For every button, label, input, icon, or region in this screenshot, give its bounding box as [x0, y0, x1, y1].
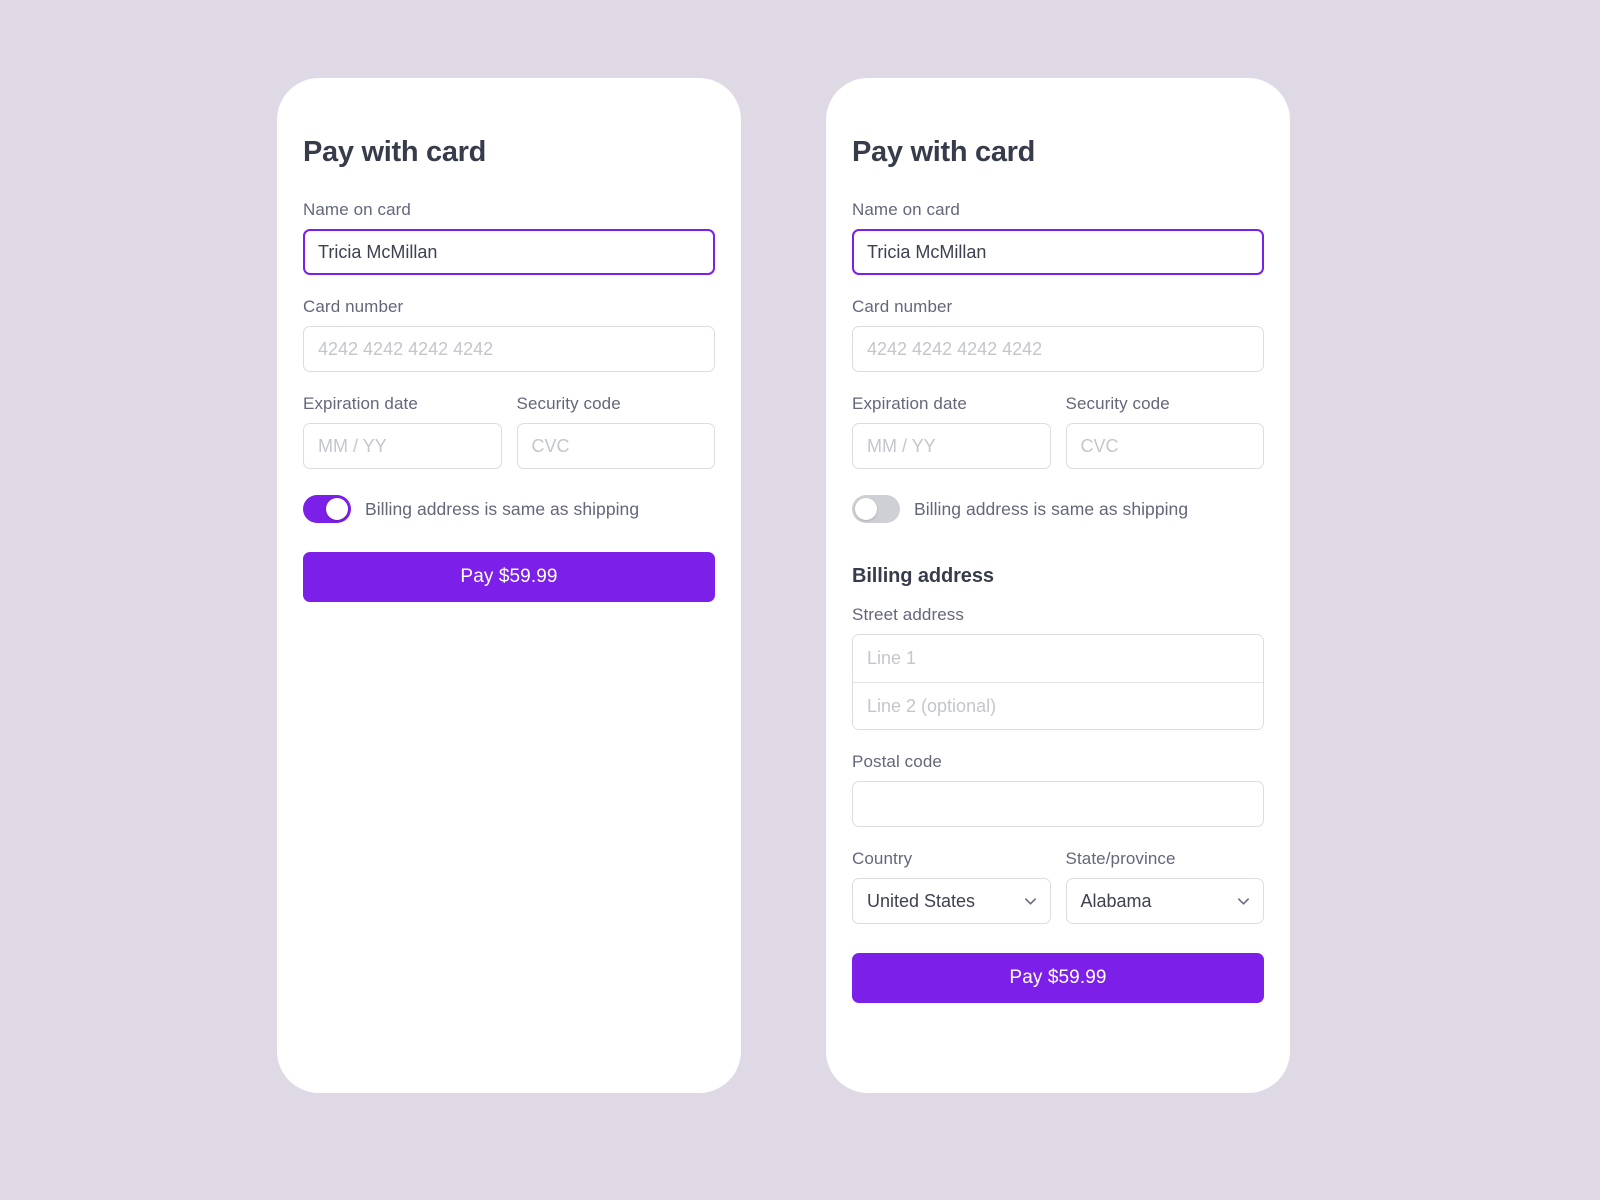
canvas: Pay with card Name on card Card number E… — [0, 0, 1600, 1200]
label-postal-code: Postal code — [852, 752, 942, 771]
row-expiry-security: Expiration date Security code — [852, 394, 1264, 469]
country-select[interactable]: United States — [852, 878, 1051, 924]
street-address-line1-input[interactable] — [853, 635, 1263, 682]
col-expiration: Expiration date — [303, 394, 502, 469]
label-security-code: Security code — [516, 394, 621, 413]
col-security-code: Security code — [516, 394, 715, 469]
row-expiry-security: Expiration date Security code — [303, 394, 715, 469]
label-street-address: Street address — [852, 605, 964, 624]
label-country: Country — [852, 849, 913, 868]
payment-form-expanded: Pay with card Name on card Card number E… — [826, 78, 1290, 1003]
field-card-number: Card number — [852, 297, 1264, 372]
toggle-knob-icon — [855, 498, 877, 520]
expiration-date-input[interactable] — [852, 423, 1051, 469]
page-title: Pay with card — [852, 136, 1036, 168]
name-on-card-input[interactable] — [852, 229, 1264, 275]
country-select-wrap: United States — [852, 878, 1051, 924]
field-expiration-date: Expiration date — [852, 394, 1051, 469]
field-card-number: Card number — [303, 297, 715, 372]
row-country-state: Country United States State/province Ala… — [852, 849, 1264, 924]
billing-same-as-shipping-toggle[interactable] — [303, 495, 351, 523]
street-address-group — [852, 634, 1264, 730]
field-postal-code: Postal code — [852, 752, 1264, 827]
pay-button[interactable]: Pay $59.99 — [852, 953, 1264, 1003]
billing-same-as-shipping-label: Billing address is same as shipping — [914, 498, 1189, 519]
pay-button[interactable]: Pay $59.99 — [303, 552, 715, 602]
field-state-province: State/province Alabama — [1065, 849, 1264, 924]
label-security-code: Security code — [1065, 394, 1170, 413]
col-state-province: State/province Alabama — [1065, 849, 1264, 924]
label-card-number: Card number — [852, 297, 953, 316]
billing-same-as-shipping-row: Billing address is same as shipping — [852, 495, 1264, 523]
field-security-code: Security code — [516, 394, 715, 469]
billing-address-heading: Billing address — [852, 565, 994, 587]
billing-same-as-shipping-label: Billing address is same as shipping — [365, 498, 640, 519]
payment-form-collapsed: Pay with card Name on card Card number E… — [277, 78, 741, 602]
field-name-on-card: Name on card — [852, 200, 1264, 275]
col-security-code: Security code — [1065, 394, 1264, 469]
label-name-on-card: Name on card — [303, 200, 411, 219]
label-name-on-card: Name on card — [852, 200, 960, 219]
billing-same-as-shipping-toggle[interactable] — [852, 495, 900, 523]
postal-code-input[interactable] — [852, 781, 1264, 827]
col-country: Country United States — [852, 849, 1051, 924]
field-name-on-card: Name on card — [303, 200, 715, 275]
state-province-select[interactable]: Alabama — [1065, 878, 1264, 924]
street-address-line2-input[interactable] — [853, 682, 1263, 729]
expiration-date-input[interactable] — [303, 423, 502, 469]
field-expiration-date: Expiration date — [303, 394, 502, 469]
card-number-input[interactable] — [852, 326, 1264, 372]
label-expiration-date: Expiration date — [303, 394, 418, 413]
phone-card-collapsed: Pay with card Name on card Card number E… — [277, 78, 741, 1093]
state-province-select-wrap: Alabama — [1065, 878, 1264, 924]
toggle-knob-icon — [326, 498, 348, 520]
security-code-input[interactable] — [1065, 423, 1264, 469]
security-code-input[interactable] — [516, 423, 715, 469]
billing-same-as-shipping-row: Billing address is same as shipping — [303, 495, 715, 523]
label-state-province: State/province — [1065, 849, 1176, 868]
card-number-input[interactable] — [303, 326, 715, 372]
field-country: Country United States — [852, 849, 1051, 924]
phone-card-expanded: Pay with card Name on card Card number E… — [826, 78, 1290, 1093]
field-security-code: Security code — [1065, 394, 1264, 469]
col-expiration: Expiration date — [852, 394, 1051, 469]
field-street-address: Street address — [852, 605, 1264, 730]
page-title: Pay with card — [303, 136, 487, 168]
label-expiration-date: Expiration date — [852, 394, 967, 413]
label-card-number: Card number — [303, 297, 404, 316]
name-on-card-input[interactable] — [303, 229, 715, 275]
